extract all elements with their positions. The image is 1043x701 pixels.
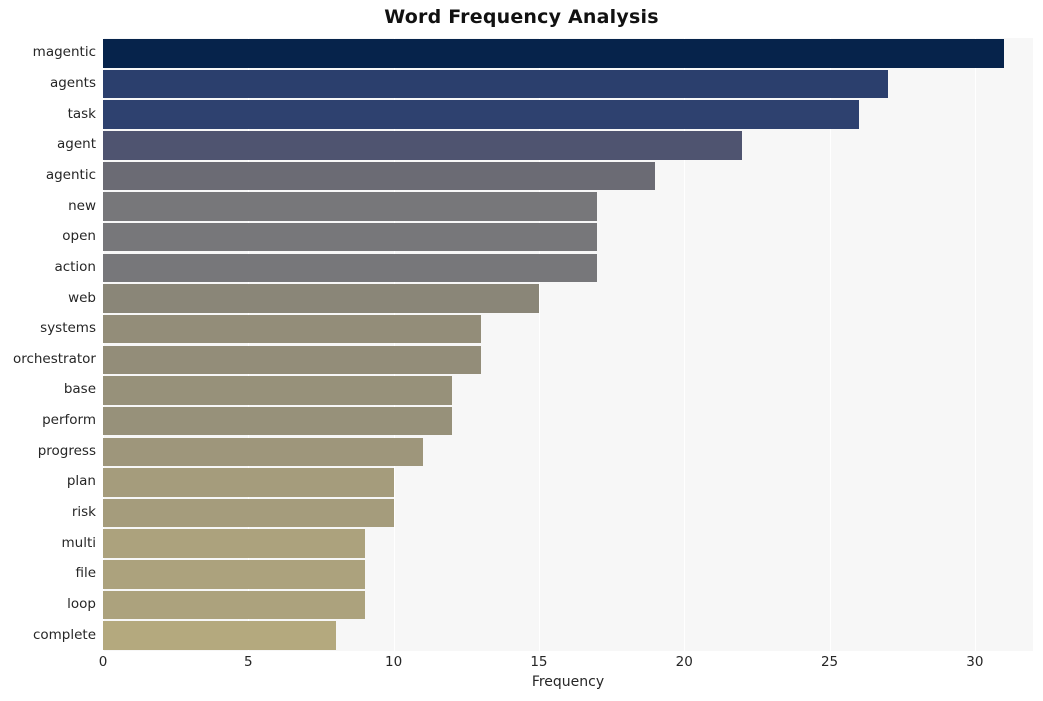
bar: [103, 314, 481, 344]
x-tick-label: 0: [98, 654, 108, 670]
bar: [103, 100, 859, 129]
x-axis-tick-labels: 0 5 10 15 20 25 30: [99, 654, 1033, 674]
y-tick-label: systems: [40, 320, 96, 337]
bar-fill: [103, 314, 481, 344]
bar-fill: [103, 222, 598, 252]
bar: [103, 529, 365, 558]
bar: [103, 560, 365, 589]
x-tick-label: 10: [385, 654, 403, 670]
y-tick-label: progress: [37, 442, 96, 459]
bar: [103, 498, 394, 528]
bar: [103, 39, 1004, 68]
y-tick-label: risk: [71, 504, 96, 521]
word-frequency-chart: Word Frequency Analysis magentic agents ta…: [0, 0, 1043, 701]
bar-fill: [103, 560, 365, 589]
bar: [103, 468, 394, 497]
bar: [103, 345, 481, 375]
bar-fill: [103, 161, 656, 191]
y-tick-label: multi: [61, 534, 96, 551]
bar-fill: [103, 192, 598, 221]
bars-layer: [103, 38, 1033, 651]
bar: [103, 284, 539, 313]
y-tick-label: agent: [57, 136, 96, 153]
chart-title: Word Frequency Analysis: [384, 6, 659, 28]
y-tick-label: base: [63, 381, 96, 398]
bar-fill: [103, 69, 888, 99]
y-tick-label: plan: [66, 473, 96, 490]
bar-fill: [103, 468, 394, 497]
x-tick-label: 20: [675, 654, 693, 670]
y-tick-label: file: [75, 565, 96, 582]
bar-fill: [103, 437, 423, 467]
y-tick-label: agents: [49, 74, 96, 91]
y-tick-label: orchestrator: [12, 350, 96, 367]
bar: [103, 161, 656, 191]
y-tick-label: complete: [32, 626, 96, 643]
x-tick-label: 30: [966, 654, 984, 670]
y-tick-label: perform: [42, 412, 96, 429]
bar: [103, 222, 598, 252]
bar-fill: [103, 253, 598, 283]
bar: [103, 69, 888, 99]
x-axis-title: Frequency: [531, 674, 605, 690]
y-tick-label: magentic: [32, 44, 96, 61]
bar: [103, 253, 598, 283]
x-tick-label: 25: [820, 654, 839, 670]
y-tick-label: task: [67, 105, 96, 122]
y-tick-label: loop: [67, 596, 96, 613]
y-axis-tick-labels: magentic agents task agent agentic new open act…: [0, 38, 96, 651]
bar-fill: [103, 100, 859, 129]
bar: [103, 376, 452, 405]
y-tick-label: agentic: [45, 166, 96, 183]
y-tick-label: web: [68, 289, 96, 306]
x-tick-label: 15: [530, 654, 548, 670]
bar: [103, 406, 452, 436]
bar-fill: [103, 406, 452, 436]
bar-fill: [103, 590, 365, 620]
bar: [103, 437, 423, 467]
y-tick-label: new: [68, 197, 96, 214]
x-tick-label: 5: [244, 654, 253, 670]
bar-fill: [103, 621, 336, 650]
bar: [103, 621, 336, 650]
bar: [103, 131, 743, 160]
bar-fill: [103, 376, 452, 405]
bar-fill: [103, 39, 1004, 68]
y-tick-label: open: [62, 228, 96, 245]
bar-fill: [103, 131, 743, 160]
bar-fill: [103, 498, 394, 528]
bar-fill: [103, 345, 481, 375]
bar-fill: [103, 529, 365, 558]
plot-area: [103, 38, 1033, 651]
bar-fill: [103, 284, 539, 313]
y-tick-label: action: [54, 258, 96, 275]
bar: [103, 192, 598, 221]
bar: [103, 590, 365, 620]
